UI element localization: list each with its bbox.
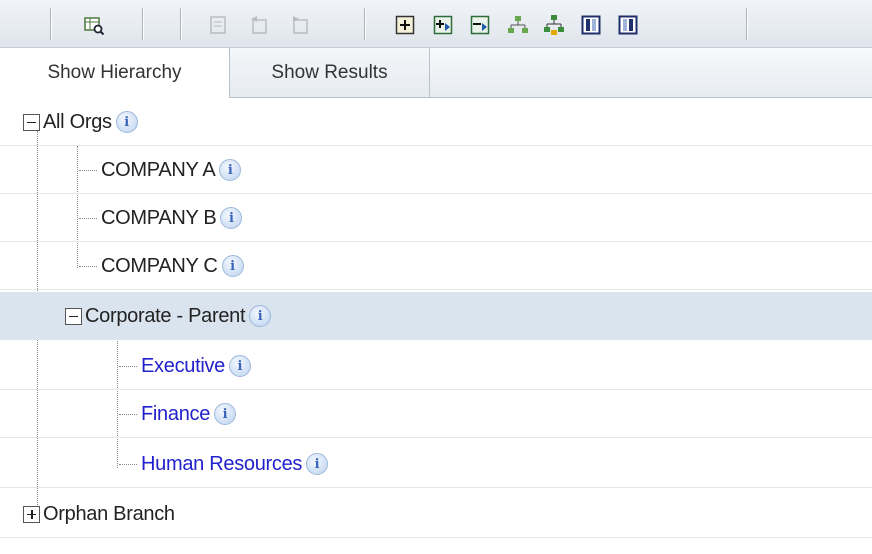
node-label[interactable]: All Orgs (43, 111, 112, 134)
expand-all-icon (433, 15, 453, 35)
tree-branch-line (119, 413, 137, 415)
search-grid-icon (84, 17, 105, 36)
tree-row[interactable]: COMPANY C i (0, 242, 872, 290)
tree-node-human-resources[interactable]: Human Resources i (119, 440, 329, 488)
tab-bar: Show Hierarchy Show Results (0, 48, 872, 98)
node-label[interactable]: COMPANY B (101, 207, 217, 230)
search-grid-button[interactable] (83, 14, 105, 36)
hierarchy-button[interactable] (507, 14, 529, 36)
tab-label: Show Results (271, 61, 388, 83)
toolbar-separator (50, 8, 51, 40)
tab-show-results[interactable]: Show Results (230, 48, 430, 97)
info-icon[interactable]: i (229, 355, 252, 377)
collapse-all-button[interactable] (469, 14, 491, 36)
toolbar-separator (180, 8, 181, 40)
tree-node-all-orgs[interactable]: All Orgs i (23, 98, 138, 146)
tree-node-company-c[interactable]: COMPANY C i (79, 242, 244, 290)
hierarchy-icon (508, 16, 528, 33)
toolbar-separator (142, 8, 143, 40)
tree-node-finance[interactable]: Finance i (119, 390, 237, 438)
toolbar-separator (364, 8, 365, 40)
collapse-toggle[interactable] (23, 113, 40, 131)
node-link[interactable]: Executive (141, 355, 225, 378)
column-right-icon (618, 15, 638, 35)
move-button[interactable] (289, 14, 311, 36)
collapse-all-icon (470, 15, 490, 35)
tree-node-company-a[interactable]: COMPANY A i (79, 146, 242, 194)
info-icon[interactable]: i (219, 159, 242, 181)
indent-button[interactable] (207, 14, 229, 36)
tree-branch-line (79, 265, 97, 267)
tree-row[interactable]: Finance i (0, 390, 872, 438)
add-node-button[interactable] (394, 14, 416, 36)
node-label[interactable]: COMPANY C (101, 255, 218, 278)
tree-branch-line (79, 217, 97, 219)
tree-branch-line (119, 365, 137, 367)
tree-row[interactable]: Corporate - Parent i (0, 292, 872, 340)
column-right-button[interactable] (617, 14, 639, 36)
node-label[interactable]: Orphan Branch (43, 503, 175, 526)
tree-row[interactable]: All Orgs i (0, 98, 872, 146)
org-chart-button[interactable] (543, 14, 565, 36)
tree-node-company-b[interactable]: COMPANY B i (79, 194, 243, 242)
tree-node-executive[interactable]: Executive i (119, 342, 252, 390)
tree-node-corporate-parent[interactable]: Corporate - Parent i (65, 292, 272, 340)
node-label[interactable]: Corporate - Parent (85, 305, 246, 328)
node-label[interactable]: COMPANY A (101, 159, 216, 182)
org-chart-icon (544, 15, 564, 35)
move-icon (293, 16, 308, 34)
org-hierarchy-tree: All Orgs i COMPANY A i COMPANY B i COMPA… (0, 98, 872, 554)
info-icon[interactable]: i (249, 305, 272, 327)
node-link[interactable]: Finance (141, 403, 210, 426)
tree-row[interactable]: Human Resources i (0, 440, 872, 488)
info-icon[interactable]: i (220, 207, 243, 229)
tree-branch-line (119, 463, 137, 465)
indent-icon (210, 16, 226, 34)
info-icon[interactable]: i (306, 453, 329, 475)
collapse-toggle[interactable] (65, 307, 82, 325)
expand-toggle[interactable] (23, 505, 40, 523)
info-icon[interactable]: i (115, 111, 138, 133)
tab-label: Show Hierarchy (47, 62, 182, 83)
outdent-icon (251, 16, 267, 34)
node-link[interactable]: Human Resources (141, 453, 302, 476)
tree-row[interactable]: COMPANY B i (0, 194, 872, 242)
tree-node-orphan-branch[interactable]: Orphan Branch (23, 490, 175, 538)
toolbar (0, 0, 872, 48)
tab-show-hierarchy[interactable]: Show Hierarchy (0, 48, 230, 98)
tree-row[interactable]: COMPANY A i (0, 146, 872, 194)
add-node-icon (395, 15, 415, 35)
column-left-button[interactable] (580, 14, 602, 36)
toolbar-separator (746, 8, 747, 40)
column-left-icon (581, 15, 601, 35)
tree-row[interactable]: Executive i (0, 342, 872, 390)
expand-all-button[interactable] (432, 14, 454, 36)
info-icon[interactable]: i (221, 255, 244, 277)
tree-branch-line (79, 169, 97, 171)
info-icon[interactable]: i (214, 403, 237, 425)
outdent-button[interactable] (248, 14, 270, 36)
tree-row[interactable]: Orphan Branch (0, 490, 872, 538)
